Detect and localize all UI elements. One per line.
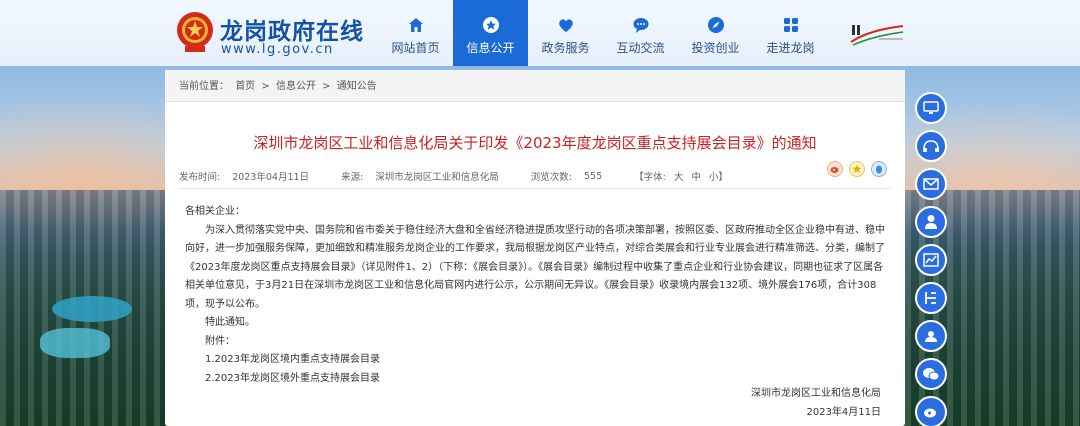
nav-label: 走进龙岗 (766, 41, 815, 55)
breadcrumb-notice[interactable]: 通知公告 (337, 81, 377, 92)
article-closing: 特此通知。 (205, 317, 255, 328)
heart-icon (558, 19, 573, 32)
breadcrumb-info-public[interactable]: 信息公开 (276, 81, 316, 92)
meta-divider (179, 188, 891, 189)
national-emblem-icon (177, 12, 213, 52)
article-greeting: 各相关企业： (185, 206, 245, 217)
breadcrumb-prefix: 当前位置： (179, 81, 229, 92)
article-body: 各相关企业： 为深入贯彻落实党中央、国务院和省市委关于稳住经济大盘和全省经济稳进… (185, 203, 885, 388)
publish-date: 2023年04月11日 (232, 172, 310, 183)
source-label: 来源: (341, 172, 364, 183)
article-paragraph: 为深入贯彻落实党中央、国务院和省市委关于稳住经济大盘和全省经济稳进提质攻坚行动的… (185, 224, 885, 310)
mail-icon[interactable] (915, 168, 947, 200)
nav-label: 信息公开 (466, 41, 515, 55)
nav-label: 政务服务 (541, 41, 590, 55)
nav-interaction[interactable]: 互动交流 (603, 0, 678, 66)
weibo-share-icon[interactable] (827, 161, 843, 177)
article-panel: 当前位置： 首页 > 信息公开 > 通知公告 深圳市龙岗区工业和信息化局关于印发… (165, 70, 905, 426)
breadcrumb-sep: > (322, 81, 331, 92)
grid-icon (783, 18, 798, 32)
site-title[interactable]: 龙岗政府在线 (220, 12, 364, 46)
wechat-icon[interactable] (915, 358, 947, 390)
font-large-button[interactable]: 大 (674, 169, 684, 183)
chart-board-icon[interactable] (915, 244, 947, 276)
favorite-star-icon[interactable] (849, 161, 865, 177)
attachment-label: 附件： (205, 335, 235, 347)
monitor-icon[interactable] (915, 92, 947, 124)
breadcrumb: 当前位置： 首页 > 信息公开 > 通知公告 (165, 70, 905, 102)
nav-home[interactable]: 网站首页 (378, 0, 453, 66)
nav-info-public[interactable]: 信息公开 (453, 0, 528, 66)
background-stadium (40, 328, 110, 358)
background-lake (52, 296, 132, 322)
breadcrumb-home[interactable]: 首页 (235, 81, 255, 92)
nav-label: 网站首页 (391, 41, 440, 55)
source-value: 深圳市龙岗区工业和信息化局 (375, 172, 499, 183)
date-label: 发布时间: (179, 172, 221, 183)
article-signature: 深圳市龙岗区工业和信息化局 2023年4月11日 (751, 384, 881, 422)
breadcrumb-sep: > (261, 81, 270, 92)
main-nav: 网站首页 信息公开 政务服务 互动交流 投资创业 走进龙岗 (378, 0, 828, 66)
views-count: 555 (583, 170, 603, 182)
site-header: 龙岗政府在线 www.lg.gov.cn 网站首页 信息公开 政务服务 互动交流… (0, 0, 1080, 66)
compass-icon (707, 17, 724, 33)
person-icon[interactable] (915, 206, 947, 238)
service-12345-icon[interactable] (915, 130, 947, 162)
signature-org: 深圳市龙岗区工业和信息化局 (751, 388, 881, 399)
qzone-share-icon[interactable] (871, 161, 887, 177)
font-size-switch: 【字体: 大 中 小】 (634, 169, 728, 183)
service-badge-icon[interactable] (915, 282, 947, 314)
views-label: 浏览次数: (530, 172, 572, 183)
hotline-icon[interactable] (915, 320, 947, 352)
floating-sidebar (915, 92, 949, 426)
weibo-icon[interactable] (915, 396, 947, 426)
signature-date: 2023年4月11日 (806, 407, 881, 418)
font-medium-button[interactable]: 中 (691, 169, 701, 183)
attachment-link-1[interactable]: 1.2023年龙岗区境内重点支持展会目录 (185, 351, 885, 370)
chat-icon (633, 18, 648, 33)
nav-gov-service[interactable]: 政务服务 (528, 0, 603, 66)
share-buttons (821, 161, 887, 177)
site-url: www.lg.gov.cn (221, 42, 334, 57)
nav-investment[interactable]: 投资创业 (678, 0, 753, 66)
star-badge-icon (482, 17, 499, 33)
nav-label: 互动交流 (616, 41, 665, 55)
article-title: 深圳市龙岗区工业和信息化局关于印发《2023年度龙岗区重点支持展会目录》的通知 (253, 134, 817, 152)
nav-label: 投资创业 (691, 41, 740, 55)
home-icon (408, 18, 423, 32)
nav-about-longgang[interactable]: 走进龙岗 (753, 0, 828, 66)
shenzhen-logo-icon (850, 25, 904, 46)
article-meta: 发布时间: 2023年04月11日 来源: 深圳市龙岗区工业和信息化局 浏览次数… (179, 166, 891, 186)
font-small-button[interactable]: 小】 (709, 169, 728, 183)
font-size-label: 【字体: (634, 172, 666, 183)
